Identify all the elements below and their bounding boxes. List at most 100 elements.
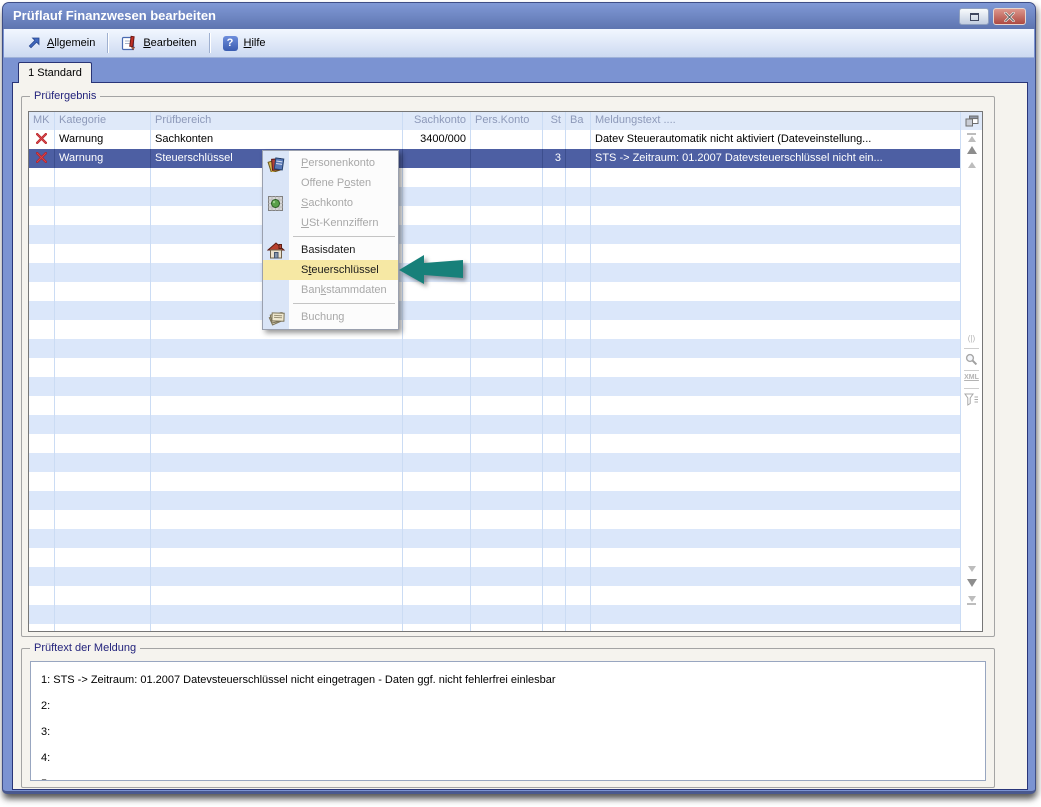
table-row[interactable] xyxy=(29,453,982,472)
menu-item-sachkonto: Sachkonto xyxy=(263,193,398,213)
scroll-first-icon[interactable] xyxy=(961,133,982,142)
table-row[interactable] xyxy=(29,567,982,586)
cell-meldungstext xyxy=(591,491,982,510)
column-header-kategorie[interactable]: Kategorie xyxy=(55,112,151,130)
column-header-pruefbereich[interactable]: Prüfbereich xyxy=(151,112,403,130)
cell-sachkonto xyxy=(403,510,471,529)
cell-ba xyxy=(566,301,591,320)
menu-item-label: Buchung xyxy=(301,311,344,323)
braces-icon[interactable]: (|) xyxy=(961,334,982,343)
scroll-down-page-icon[interactable] xyxy=(961,566,982,572)
table-row[interactable] xyxy=(29,434,982,453)
tab-standard[interactable]: 1 Standard xyxy=(18,62,92,83)
menu-item-basisdaten[interactable]: Basisdaten xyxy=(263,240,398,260)
table-row[interactable] xyxy=(29,225,982,244)
cell-st xyxy=(543,472,566,491)
close-window-button[interactable] xyxy=(993,8,1026,25)
toolbar-button-allgemein[interactable]: Allgemein xyxy=(16,36,105,51)
table-row[interactable] xyxy=(29,168,982,187)
cell-mk xyxy=(29,301,55,320)
cell-sachkonto xyxy=(403,624,471,632)
cell-pruefbereich xyxy=(151,377,403,396)
cell-ba xyxy=(566,244,591,263)
column-chooser-button[interactable] xyxy=(961,112,982,130)
column-header-meldungstext[interactable]: Meldungstext .... xyxy=(591,112,982,130)
group-label: Prüftext der Meldung xyxy=(30,642,140,654)
cell-perskonto xyxy=(471,130,543,149)
menu-item-steuerschluessel[interactable]: Steuerschlüssel xyxy=(263,260,398,280)
restore-window-button[interactable] xyxy=(959,8,989,25)
scroll-up-icon[interactable] xyxy=(961,146,982,154)
cell-meldungstext xyxy=(591,263,982,282)
cell-kategorie xyxy=(55,225,151,244)
cell-kategorie xyxy=(55,529,151,548)
table-row[interactable] xyxy=(29,586,982,605)
table-row[interactable] xyxy=(29,301,982,320)
table-row[interactable] xyxy=(29,529,982,548)
cell-meldungstext xyxy=(591,548,982,567)
table-row[interactable] xyxy=(29,605,982,624)
table-row[interactable] xyxy=(29,472,982,491)
grid-body: WarnungSachkonten3400/000Datev Steueraut… xyxy=(29,130,982,632)
cell-mk xyxy=(29,206,55,225)
cell-st xyxy=(543,491,566,510)
table-row[interactable] xyxy=(29,548,982,567)
table-row[interactable] xyxy=(29,339,982,358)
table-row[interactable] xyxy=(29,187,982,206)
cell-ba xyxy=(566,206,591,225)
column-header-perskonto[interactable]: Pers.Konto xyxy=(471,112,543,130)
table-row[interactable] xyxy=(29,624,982,632)
filter-icon[interactable] xyxy=(961,393,982,406)
table-row[interactable] xyxy=(29,510,982,529)
table-row[interactable] xyxy=(29,206,982,225)
cell-mk xyxy=(29,187,55,206)
cell-mk xyxy=(29,396,55,415)
cell-ba xyxy=(566,187,591,206)
titlebar[interactable]: Prüflauf Finanzwesen bearbeiten xyxy=(3,3,1035,29)
table-row[interactable] xyxy=(29,282,982,301)
table-row[interactable] xyxy=(29,263,982,282)
cell-st xyxy=(543,510,566,529)
cell-mk xyxy=(29,244,55,263)
cell-perskonto xyxy=(471,149,543,168)
table-row[interactable] xyxy=(29,377,982,396)
table-row[interactable] xyxy=(29,396,982,415)
magnifier-icon[interactable] xyxy=(961,353,982,366)
table-row[interactable] xyxy=(29,415,982,434)
cell-ba xyxy=(566,624,591,632)
column-header-ba[interactable]: Ba xyxy=(566,112,591,130)
toolbar-button-bearbeiten[interactable]: Bearbeiten xyxy=(111,35,206,51)
cell-kategorie xyxy=(55,168,151,187)
cell-st xyxy=(543,529,566,548)
table-row[interactable] xyxy=(29,320,982,339)
message-line: 4: xyxy=(41,745,975,771)
cell-perskonto xyxy=(471,567,543,586)
xml-icon[interactable]: XML xyxy=(961,374,982,381)
cell-perskonto xyxy=(471,624,543,632)
scroll-down-icon[interactable] xyxy=(961,579,982,587)
edit-pad-icon xyxy=(121,35,137,51)
table-row[interactable]: WarnungSachkonten3400/000Datev Steueraut… xyxy=(29,130,982,149)
cell-mk xyxy=(29,339,55,358)
cell-kategorie xyxy=(55,548,151,567)
cell-ba xyxy=(566,491,591,510)
menu-item-label: Personenkonto xyxy=(301,157,375,169)
scroll-last-icon[interactable] xyxy=(961,596,982,605)
table-row[interactable] xyxy=(29,491,982,510)
cell-mk xyxy=(29,491,55,510)
column-header-sachkonto[interactable]: Sachkonto xyxy=(403,112,471,130)
toolbar-button-hilfe[interactable]: ? Hilfe xyxy=(213,36,276,51)
column-header-mk[interactable]: MK xyxy=(29,112,55,130)
cell-pruefbereich: Sachkonten xyxy=(151,130,403,149)
message-text-box[interactable]: 1: STS -> Zeitraum: 01.2007 Datevsteuers… xyxy=(30,661,986,781)
table-row[interactable]: WarnungSteuerschlüssel3STS -> Zeitraum: … xyxy=(29,149,982,168)
menu-item-label: Bankstammdaten xyxy=(301,284,387,296)
scroll-up-page-icon[interactable] xyxy=(961,162,982,168)
help-icon: ? xyxy=(223,36,238,51)
table-row[interactable] xyxy=(29,244,982,263)
table-row[interactable] xyxy=(29,358,982,377)
cell-ba xyxy=(566,130,591,149)
cell-meldungstext: Datev Steuerautomatik nicht aktiviert (D… xyxy=(591,130,982,149)
column-header-st[interactable]: St xyxy=(543,112,566,130)
cell-sachkonto xyxy=(403,548,471,567)
